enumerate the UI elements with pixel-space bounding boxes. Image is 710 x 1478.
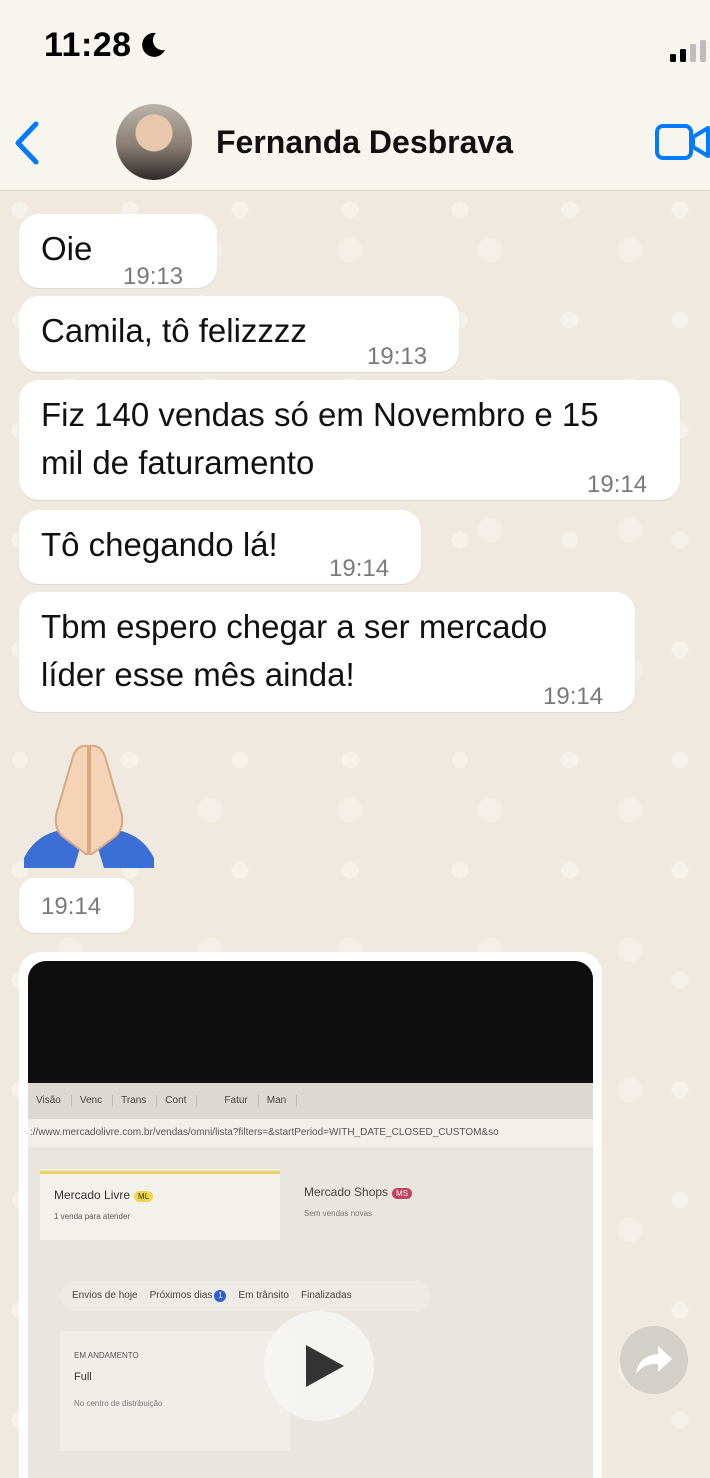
message-time: 19:14	[543, 683, 604, 710]
chat-header: Fernanda Desbrava	[0, 98, 710, 191]
card-note: No centro de distribuição	[74, 1399, 163, 1408]
message-bubble[interactable]: Oie 19:13	[19, 214, 217, 290]
praying-hands-emoji[interactable]	[22, 738, 156, 870]
message-text-line: líder esse mês ainda!	[41, 656, 355, 693]
play-button[interactable]	[264, 1311, 374, 1421]
browser-tab: Fatur	[220, 1095, 259, 1106]
shipment-filters: Envios de hoje Próximos dias 1 Em trânsito F…	[60, 1281, 430, 1311]
filter-item: Finalizadas	[301, 1290, 352, 1301]
emoji-timestamp-bubble: 19:14	[19, 878, 134, 933]
card-status: EM ANDAMENTO	[74, 1351, 139, 1360]
message-time: 19:14	[41, 893, 102, 920]
browser-tab: Cont	[161, 1095, 198, 1106]
filter-item: Envios de hoje	[72, 1290, 138, 1301]
moon-icon	[142, 32, 165, 57]
message-bubble[interactable]: Fiz 140 vendas só em Novembro e 15 mil d…	[19, 380, 680, 500]
browser-url: ://www.mercadolivre.com.br/vendas/omni/l…	[28, 1119, 593, 1147]
browser-tab: Trans	[117, 1095, 158, 1106]
ms-subtitle: Sem vendas novas	[304, 1209, 373, 1218]
ms-title: Mercado Shops	[304, 1185, 389, 1199]
message-time: 19:13	[123, 263, 184, 290]
mercado-shops-tab: Mercado Shops MS Sem vendas novas	[290, 1171, 550, 1237]
video-message[interactable]: Visão Venc Trans Cont Fatur Man ://www.mercad…	[19, 952, 602, 1478]
ms-badge: MS	[392, 1188, 413, 1199]
play-icon	[306, 1345, 344, 1387]
contact-name[interactable]: Fernanda Desbrava	[216, 124, 513, 161]
filter-count: 1	[214, 1290, 227, 1302]
message-bubble[interactable]: Tbm espero chegar a ser mercado líder es…	[19, 592, 635, 712]
message-text-line: Fiz 140 vendas só em Novembro e 15	[41, 396, 599, 433]
message-text-line: mil de faturamento	[41, 444, 315, 481]
message-text-line: Tbm espero chegar a ser mercado	[41, 608, 548, 645]
share-arrow-icon	[636, 1346, 672, 1374]
message-time: 19:13	[367, 343, 428, 370]
browser-tab: Visão	[32, 1095, 72, 1106]
ml-badge: ML	[134, 1191, 154, 1202]
message-text: Tô chegando lá!	[41, 526, 278, 563]
browser-tab-strip: Visão Venc Trans Cont Fatur Man	[28, 1083, 593, 1119]
back-chevron-icon[interactable]	[12, 120, 42, 166]
message-text: Oie	[41, 230, 93, 267]
mercado-livre-tab: Mercado Livre ML 1 venda para atender	[40, 1171, 280, 1240]
filter-item: Em trânsito	[238, 1290, 289, 1301]
shipment-card: EM ANDAMENTO Full No centro de distribui…	[60, 1331, 290, 1451]
status-time: 11:28	[44, 26, 132, 64]
browser-tab: Venc	[76, 1095, 114, 1106]
signal-icon	[670, 40, 706, 62]
message-bubble[interactable]: Tô chegando lá! 19:14	[19, 510, 421, 584]
message-bubble[interactable]: Camila, tô felizzzz 19:13	[19, 296, 459, 372]
message-time: 19:14	[587, 471, 648, 498]
message-time: 19:14	[329, 555, 390, 582]
filter-item: Próximos dias	[149, 1290, 213, 1301]
avatar[interactable]	[116, 104, 192, 180]
video-call-icon[interactable]	[655, 122, 710, 162]
message-text: Camila, tô felizzzz	[41, 312, 307, 349]
video-thumbnail[interactable]: Visão Venc Trans Cont Fatur Man ://www.mercad…	[28, 961, 593, 1478]
card-type: Full	[74, 1371, 92, 1383]
forward-button[interactable]	[620, 1326, 688, 1394]
video-black-area	[28, 961, 593, 1083]
ml-subtitle: 1 venda para atender	[54, 1212, 131, 1221]
status-bar: 11:28	[0, 0, 710, 98]
browser-tab: Man	[263, 1095, 298, 1106]
ml-title: Mercado Livre	[54, 1188, 131, 1202]
